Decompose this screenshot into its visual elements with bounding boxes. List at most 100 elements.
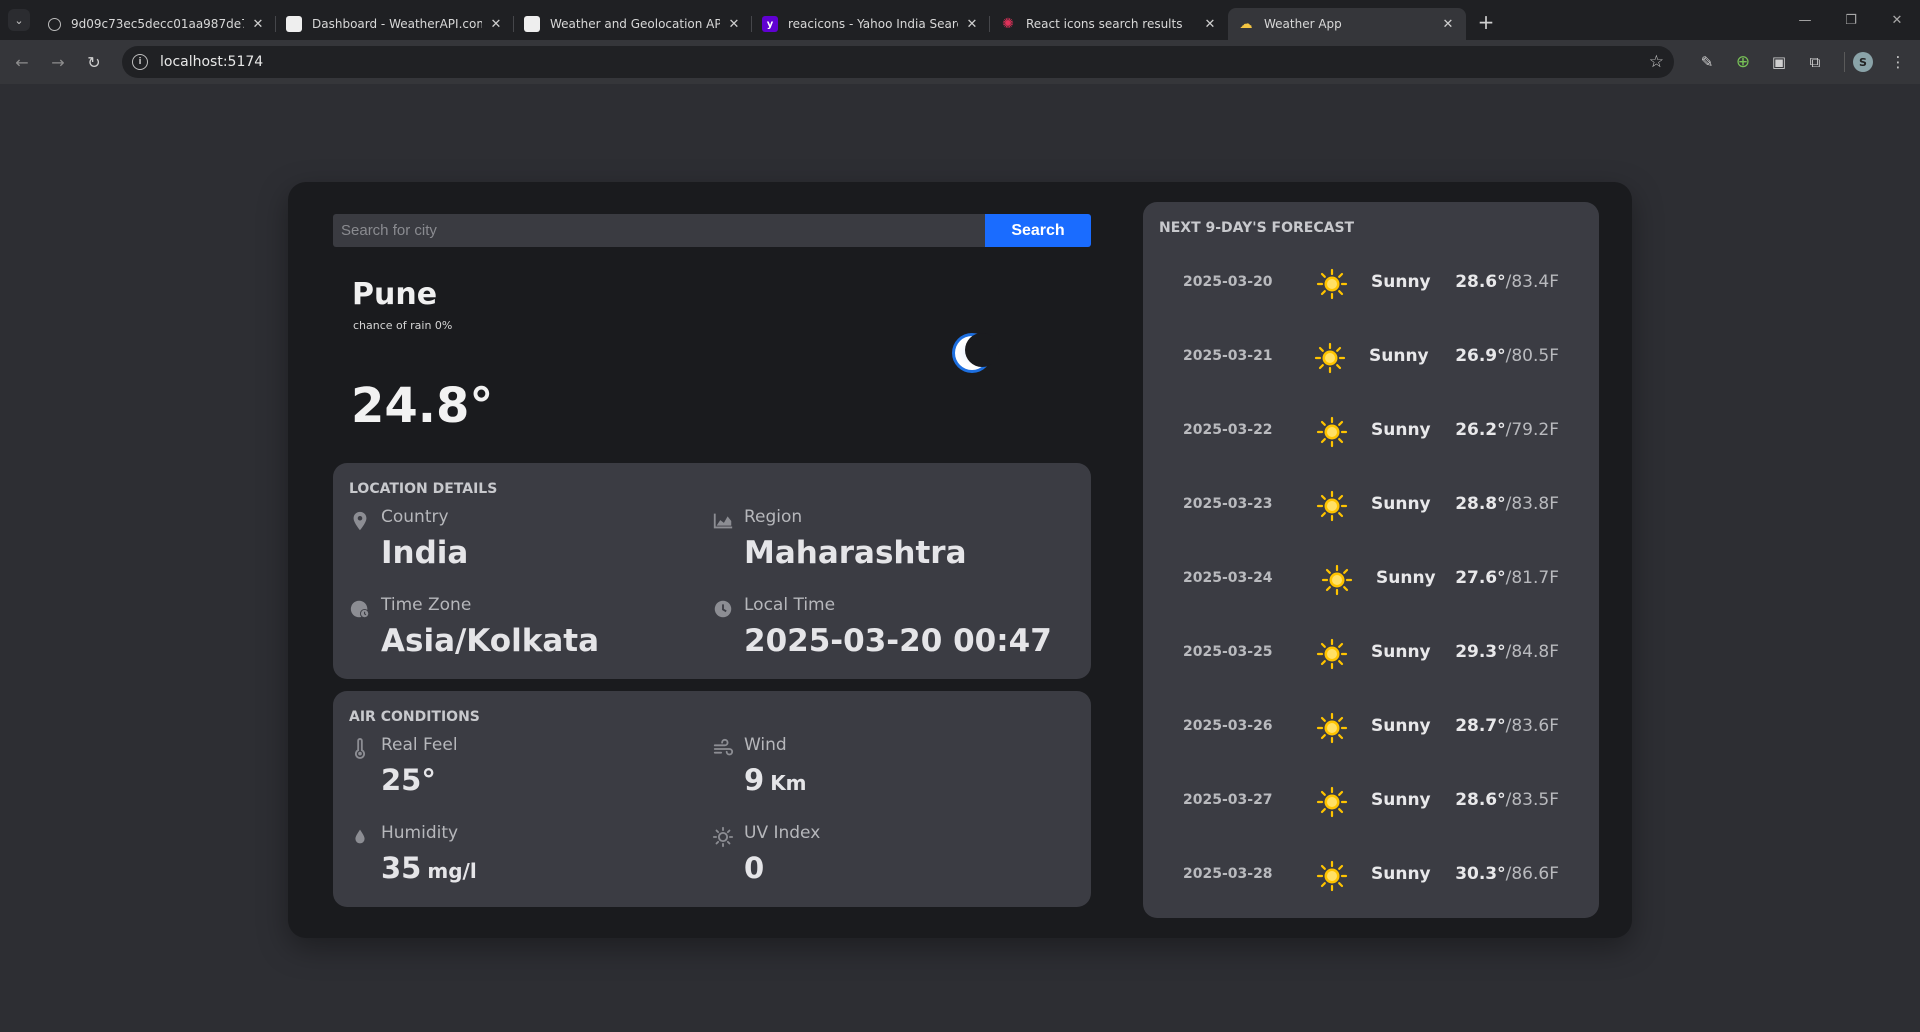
new-tab-plus-icon[interactable]: + xyxy=(1472,8,1500,36)
forecast-temp-f: /83.4F xyxy=(1505,272,1559,292)
sun-icon xyxy=(1316,786,1348,818)
forecast-date: 2025-03-25 xyxy=(1183,644,1273,660)
forecast-temp-f: /83.8F xyxy=(1505,494,1559,514)
forecast-row: 2025-03-22 Sunny 26.2°/79.2F xyxy=(1143,412,1599,452)
wind-value: 9 Km xyxy=(744,763,807,797)
forecast-row: 2025-03-26 Sunny 28.7°/83.6F xyxy=(1143,708,1599,748)
localtime-label: Local Time xyxy=(744,595,836,615)
site-info-icon[interactable]: i xyxy=(132,54,148,70)
forecast-date: 2025-03-20 xyxy=(1183,274,1273,290)
forecast-temp-f: /83.5F xyxy=(1505,790,1559,810)
close-icon[interactable]: ✕ xyxy=(488,17,504,32)
area-chart-icon xyxy=(713,513,733,529)
forecast-condition: Sunny xyxy=(1371,420,1431,440)
reload-icon[interactable]: ↻ xyxy=(78,46,110,78)
browser-tab[interactable]: 9d09c73ec5decc01aa987de7d0 ✕ xyxy=(38,8,276,40)
eyedropper-icon[interactable]: ✎ xyxy=(1692,47,1722,77)
close-icon[interactable]: ✕ xyxy=(964,17,980,32)
close-icon[interactable]: ✕ xyxy=(1202,17,1218,32)
sun-icon xyxy=(1316,638,1348,670)
wind-icon xyxy=(713,738,734,756)
forecast-temp-c: 28.7° xyxy=(1455,716,1506,736)
close-icon[interactable]: ✕ xyxy=(726,17,742,32)
puzzle-icon[interactable]: ⧉ xyxy=(1800,47,1830,77)
window-controls: — ❐ ✕ xyxy=(1782,0,1920,40)
forecast-date: 2025-03-27 xyxy=(1183,792,1273,808)
forecast-temp-c: 28.6° xyxy=(1455,272,1506,292)
forecast-temp-f: /80.5F xyxy=(1505,346,1559,366)
forecast-date: 2025-03-23 xyxy=(1183,496,1273,512)
sun-outline-icon xyxy=(712,826,734,848)
extension-plus-icon[interactable]: ⊕ xyxy=(1728,47,1758,77)
forecast-row: 2025-03-24 Sunny 27.6°/81.7F xyxy=(1143,560,1599,600)
forward-arrow-icon[interactable]: → xyxy=(42,46,74,78)
minimize-icon[interactable]: — xyxy=(1782,0,1828,40)
air-conditions-panel: AIR CONDITIONS Real Feel 25° Wind 9 Km Hu… xyxy=(333,691,1091,907)
forecast-temp-f: /81.7F xyxy=(1505,568,1559,588)
water-drop-icon xyxy=(355,829,365,844)
weather-icon: ☁ xyxy=(1239,16,1253,32)
sun-icon xyxy=(1316,860,1348,892)
uv-label: UV Index xyxy=(744,823,821,843)
tab-search-chevron-icon[interactable]: ⌄ xyxy=(8,9,30,31)
forecast-condition: Sunny xyxy=(1369,346,1429,366)
kebab-menu-icon[interactable]: ⋮ xyxy=(1883,47,1913,77)
browser-tab[interactable]: ✺ React icons search results ✕ xyxy=(989,8,1228,40)
search-button[interactable]: Search xyxy=(985,214,1091,247)
browser-tab[interactable]: Weather and Geolocation API - ✕ xyxy=(513,8,752,40)
weather-app-card: Search Pune chance of rain 0% 24.8° LOCA… xyxy=(288,182,1632,938)
forecast-condition: Sunny xyxy=(1371,642,1431,662)
bookmark-star-icon[interactable]: ☆ xyxy=(1649,52,1664,72)
current-temperature: 24.8° xyxy=(351,378,494,434)
forecast-temperature: 28.6°/83.5F xyxy=(1455,790,1559,810)
map-pin-icon xyxy=(353,511,367,531)
tab-title: React icons search results xyxy=(1026,17,1183,31)
tab-title: Weather App xyxy=(1264,17,1342,31)
humidity-number: 35 xyxy=(381,851,422,885)
close-icon[interactable]: ✕ xyxy=(250,17,266,32)
forecast-temperature: 30.3°/86.6F xyxy=(1455,864,1559,884)
profile-avatar[interactable]: S xyxy=(1853,52,1873,72)
forecast-temp-f: /79.2F xyxy=(1505,420,1559,440)
forecast-condition: Sunny xyxy=(1371,790,1431,810)
page-icon xyxy=(286,16,302,32)
browser-tab-bar: ⌄ 9d09c73ec5decc01aa987de7d0 ✕ Dashboard… xyxy=(0,0,1920,40)
forecast-temp-f: /84.8F xyxy=(1505,642,1559,662)
globe-clock-icon xyxy=(350,600,370,619)
forecast-title: NEXT 9-DAY'S FORECAST xyxy=(1159,220,1355,236)
sun-icon xyxy=(1314,342,1346,374)
sun-icon xyxy=(1316,268,1348,300)
window-close-icon[interactable]: ✕ xyxy=(1874,0,1920,40)
yahoo-icon: y xyxy=(762,16,778,32)
back-arrow-icon[interactable]: ← xyxy=(6,46,38,78)
sun-icon xyxy=(1321,564,1353,596)
forecast-temp-c: 28.6° xyxy=(1455,790,1506,810)
localtime-value: 2025-03-20 00:47 xyxy=(744,623,1052,659)
realfeel-label: Real Feel xyxy=(381,735,458,755)
country-value: India xyxy=(381,535,469,571)
tab-title: 9d09c73ec5decc01aa987de7d0 xyxy=(71,17,244,31)
forecast-temperature: 26.9°/80.5F xyxy=(1455,346,1559,366)
restore-icon[interactable]: ❐ xyxy=(1828,0,1874,40)
browser-tab-active[interactable]: ☁ Weather App ✕ xyxy=(1228,8,1466,40)
forecast-condition: Sunny xyxy=(1371,864,1431,884)
close-icon[interactable]: ✕ xyxy=(1440,17,1456,32)
page-icon xyxy=(524,16,540,32)
url-text[interactable]: localhost:5174 xyxy=(160,54,1649,70)
forecast-row: 2025-03-20 Sunny 28.6°/83.4F xyxy=(1143,264,1599,304)
thermometer-icon xyxy=(354,738,366,759)
region-value: Maharashtra xyxy=(744,535,967,571)
browser-tab[interactable]: y reacicons - Yahoo India Search ✕ xyxy=(751,8,990,40)
browser-toolbar: ← → ↻ i localhost:5174 ☆ ✎ ⊕ ▣ ⧉ S ⋮ xyxy=(0,40,1920,84)
forecast-date: 2025-03-21 xyxy=(1183,348,1273,364)
city-search-input[interactable] xyxy=(333,214,985,247)
browser-tab[interactable]: Dashboard - WeatherAPI.com ✕ xyxy=(275,8,514,40)
forecast-condition: Sunny xyxy=(1376,568,1436,588)
extension-square-icon[interactable]: ▣ xyxy=(1764,47,1794,77)
forecast-temp-f: /86.6F xyxy=(1505,864,1559,884)
react-icon: ✺ xyxy=(1002,16,1014,32)
wind-number: 9 xyxy=(744,763,765,797)
address-bar[interactable]: i localhost:5174 ☆ xyxy=(122,46,1674,78)
forecast-temperature: 28.7°/83.6F xyxy=(1455,716,1559,736)
forecast-row: 2025-03-25 Sunny 29.3°/84.8F xyxy=(1143,634,1599,674)
